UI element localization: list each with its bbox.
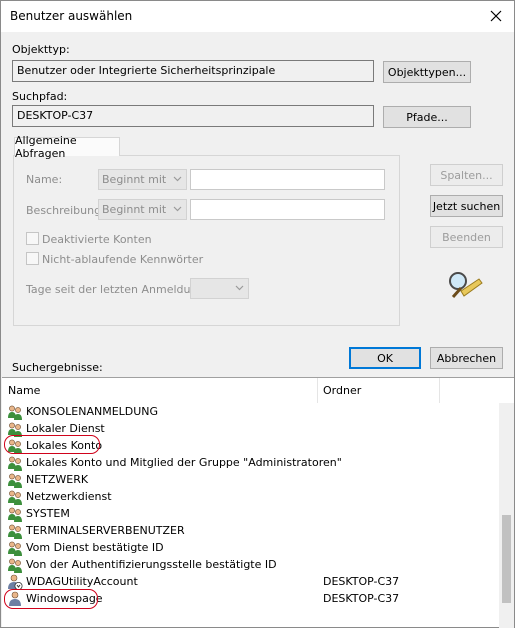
chevron-down-icon (172, 173, 183, 187)
description-mode-value: Beginnt mit (102, 203, 167, 216)
object-types-button[interactable]: Objekttypen... (383, 61, 471, 83)
cancel-button[interactable]: Abbrechen (430, 347, 503, 369)
column-header-folder[interactable]: Ordner (317, 378, 439, 403)
chevron-down-icon (234, 282, 245, 296)
window-title: Benutzer auswählen (10, 9, 133, 23)
non-expiring-passwords-checkbox[interactable] (26, 252, 39, 265)
search-now-button[interactable]: Jetzt suchen (430, 195, 503, 217)
object-type-label: Objekttyp: (12, 43, 70, 56)
description-mode-select[interactable]: Beginnt mit (98, 199, 187, 220)
columns-button[interactable]: Spalten... (430, 164, 503, 186)
table-row[interactable]: Von der Authentifizierungsstelle bestäti… (2, 557, 499, 574)
close-icon[interactable] (484, 5, 508, 27)
table-row[interactable]: TERMINALSERVERBENUTZER (2, 523, 499, 540)
user-group-icon (7, 506, 23, 522)
column-divider[interactable] (439, 378, 440, 403)
user-group-icon (7, 455, 23, 471)
row-name: SYSTEM (26, 507, 70, 520)
days-since-logon-label: Tage seit der letzten Anmeldung: (26, 283, 209, 296)
ok-button[interactable]: OK (349, 347, 421, 369)
paths-button[interactable]: Pfade... (383, 106, 471, 128)
tab-common-queries[interactable]: Allgemeine Abfragen (14, 134, 120, 160)
results-scrollbar[interactable] (499, 403, 514, 628)
row-name: KONSOLENANMELDUNG (26, 405, 159, 418)
search-path-field: DESKTOP-C37 (12, 105, 374, 127)
table-row[interactable]: Vom Dienst bestätigte ID (2, 540, 499, 557)
row-folder: DESKTOP-C37 (323, 592, 400, 605)
title-bar: Benutzer auswählen (1, 1, 514, 32)
user-group-icon (7, 523, 23, 539)
row-name: TERMINALSERVERBENUTZER (26, 524, 185, 537)
search-flashlight-icon (447, 269, 483, 304)
row-name: Netzwerkdienst (26, 490, 112, 503)
user-group-icon (7, 404, 23, 420)
user-group-icon (7, 472, 23, 488)
search-path-label: Suchpfad: (12, 90, 68, 103)
table-row[interactable]: Netzwerkdienst (2, 489, 499, 506)
name-label: Name: (26, 173, 63, 186)
row-name: Lokales Konto und Mitglied der Gruppe "A… (26, 456, 342, 469)
table-row[interactable]: KONSOLENANMELDUNG (2, 404, 499, 421)
highlight-circle (4, 589, 98, 609)
row-name: Lokaler Dienst (26, 422, 105, 435)
description-label: Beschreibung: (26, 204, 105, 217)
stop-button[interactable]: Beenden (430, 226, 503, 248)
table-row[interactable]: NETZWERK (2, 472, 499, 489)
row-name: NETZWERK (26, 473, 89, 486)
row-folder: DESKTOP-C37 (323, 575, 400, 588)
table-row[interactable]: Lokales Konto und Mitglied der Gruppe "A… (2, 455, 499, 472)
row-name: WDAGUtilityAccount (26, 575, 138, 588)
non-expiring-passwords-label: Nicht-ablaufende Kennwörter (42, 253, 204, 266)
search-results-label: Suchergebnisse: (12, 361, 103, 374)
select-users-dialog: Benutzer auswählen Objekttyp: Benutzer o… (0, 0, 515, 628)
name-mode-value: Beginnt mit (102, 173, 167, 186)
chevron-down-icon (172, 203, 183, 217)
user-group-icon (7, 557, 23, 573)
disabled-user-icon (7, 574, 23, 590)
description-input[interactable] (190, 199, 385, 220)
row-name: Vom Dienst bestätigte ID (26, 541, 164, 554)
user-group-icon (7, 489, 23, 505)
user-group-icon (7, 540, 23, 556)
days-since-logon-select[interactable] (190, 278, 249, 299)
object-type-field: Benutzer oder Integrierte Sicherheitspri… (12, 60, 374, 82)
name-mode-select[interactable]: Beginnt mit (98, 169, 187, 190)
name-input[interactable] (190, 169, 385, 190)
column-header-name[interactable]: Name (2, 378, 317, 403)
table-row[interactable]: SYSTEM (2, 506, 499, 523)
disabled-accounts-label: Deaktivierte Konten (42, 233, 152, 246)
search-results-list: Name Ordner KONSOLENANMELDUNG Lokaler Di… (2, 377, 514, 628)
scrollbar-thumb[interactable] (502, 515, 511, 603)
highlight-circle (4, 435, 100, 454)
disabled-accounts-checkbox[interactable] (26, 232, 39, 245)
row-name: Von der Authentifizierungsstelle bestäti… (26, 558, 277, 571)
